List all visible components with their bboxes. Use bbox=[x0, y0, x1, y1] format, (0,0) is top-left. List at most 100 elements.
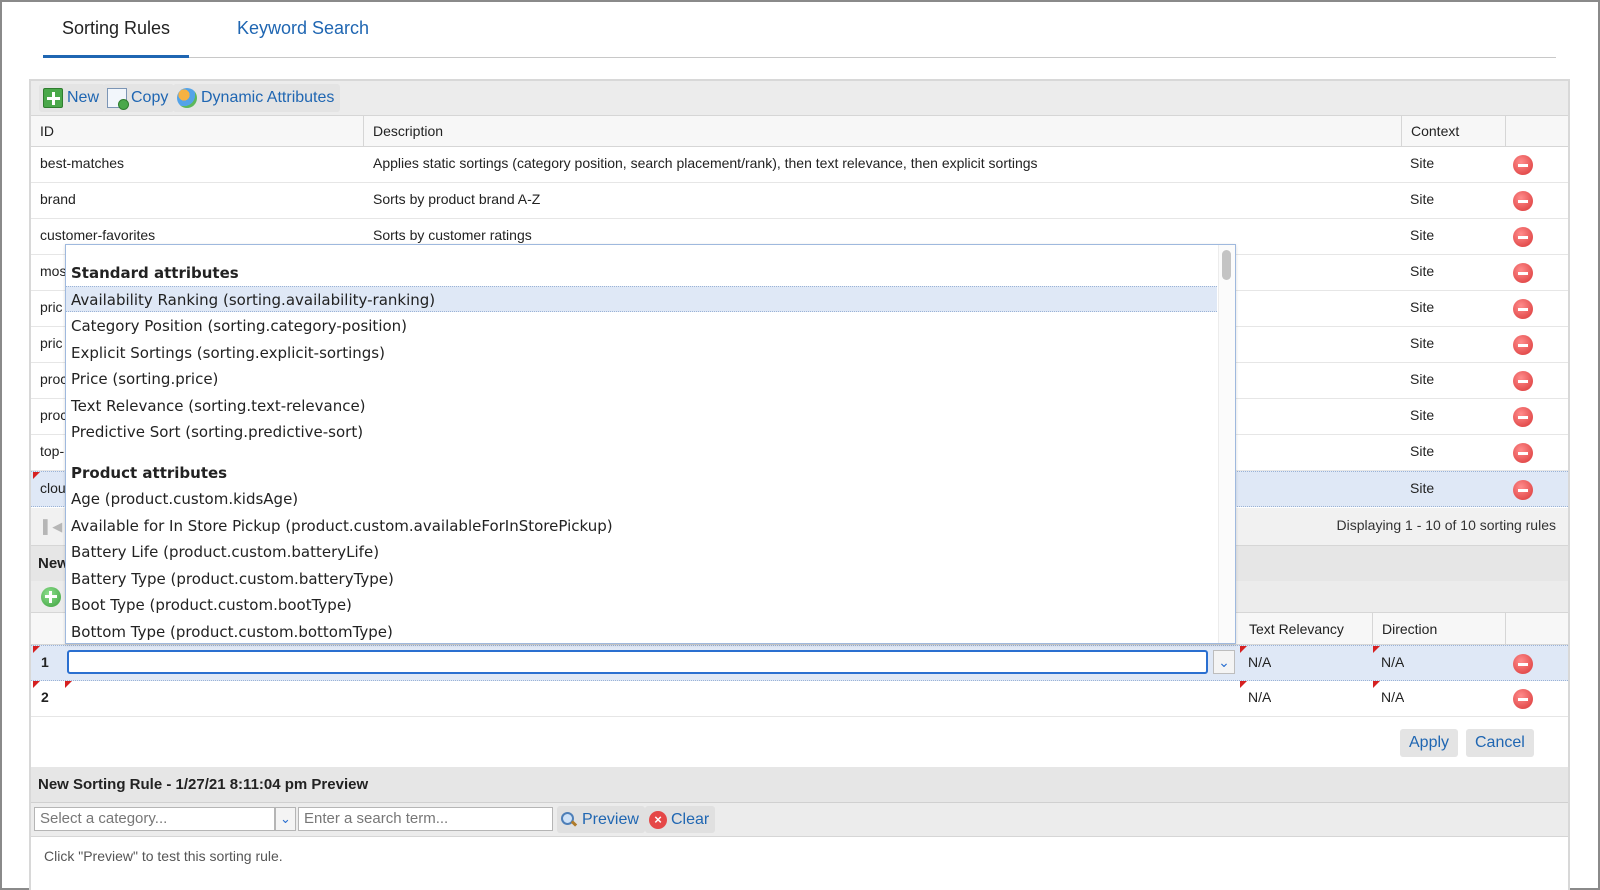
search-term-input[interactable]: Enter a search term... bbox=[298, 807, 553, 831]
row-context: Site bbox=[1410, 335, 1435, 351]
row-id: customer-favorites bbox=[40, 227, 156, 243]
pager-info: Displaying 1 - 10 of 10 sorting rules bbox=[1336, 517, 1556, 533]
dropdown-option[interactable]: Price (sorting.price) bbox=[66, 366, 1217, 392]
column-header-context[interactable]: Context bbox=[1402, 116, 1506, 147]
close-icon: × bbox=[649, 810, 667, 829]
dynamic-attributes-label: Dynamic Attributes bbox=[201, 89, 335, 106]
dropdown-option[interactable]: Text Relevance (sorting.text-relevance) bbox=[66, 393, 1217, 419]
rule-actions: Apply Cancel bbox=[31, 717, 1568, 769]
row-context: Site bbox=[1410, 155, 1435, 171]
direction-value[interactable]: N/A bbox=[1381, 689, 1404, 705]
dropdown-option[interactable]: Battery Type (product.custom.batteryType… bbox=[66, 566, 1217, 592]
preview-title: New Sorting Rule - 1/27/21 8:11:04 pm Pr… bbox=[38, 776, 369, 793]
rule-row[interactable]: 2 N/A N/A bbox=[31, 681, 1568, 717]
row-context: Site bbox=[1410, 227, 1435, 243]
tab-keyword-search[interactable]: Keyword Search bbox=[218, 18, 388, 39]
attribute-combo-input[interactable] bbox=[67, 650, 1208, 674]
row-id: mos bbox=[40, 263, 67, 279]
new-button[interactable]: New bbox=[39, 84, 106, 112]
delete-icon[interactable] bbox=[1513, 654, 1533, 674]
modified-flag bbox=[1240, 681, 1247, 688]
row-description: Applies static sortings (category positi… bbox=[373, 155, 1038, 171]
rules-grid-header: ID Description Context bbox=[31, 116, 1568, 147]
category-select[interactable]: Select a category... bbox=[34, 807, 275, 831]
scrollbar-thumb[interactable] bbox=[1222, 250, 1231, 280]
preview-hint: Click "Preview" to test this sorting rul… bbox=[44, 848, 283, 864]
new-button-label: New bbox=[67, 89, 100, 106]
apply-button[interactable]: Apply bbox=[1400, 729, 1459, 757]
chevron-down-icon[interactable]: ⌄ bbox=[1213, 650, 1235, 674]
row-id: top- bbox=[40, 443, 65, 459]
row-context: Site bbox=[1410, 263, 1435, 279]
row-context: Site bbox=[1410, 299, 1435, 315]
rules-toolbar: New Copy Dynamic Attributes bbox=[31, 81, 1568, 116]
direction-value[interactable]: N/A bbox=[1381, 654, 1404, 670]
modified-flag bbox=[1373, 646, 1380, 653]
dropdown-scrollbar[interactable] bbox=[1218, 245, 1235, 643]
tab-sorting-rules[interactable]: Sorting Rules bbox=[43, 18, 190, 58]
delete-icon[interactable] bbox=[1513, 335, 1533, 355]
row-context: Site bbox=[1410, 407, 1435, 423]
preview-header: New Sorting Rule - 1/27/21 8:11:04 pm Pr… bbox=[31, 767, 1568, 803]
chevron-down-icon[interactable]: ⌄ bbox=[275, 807, 296, 831]
dropdown-option[interactable]: Bottom Type (product.custom.bottomType) bbox=[66, 619, 1217, 643]
copy-button-label: Copy bbox=[131, 89, 169, 106]
row-id: clou bbox=[40, 480, 66, 496]
delete-icon[interactable] bbox=[1513, 480, 1533, 500]
clear-button[interactable]: × Clear bbox=[645, 806, 716, 833]
delete-icon[interactable] bbox=[1513, 689, 1533, 709]
dropdown-option[interactable]: Age (product.custom.kidsAge) bbox=[66, 486, 1217, 512]
copy-icon bbox=[107, 88, 129, 110]
column-header-id[interactable]: ID bbox=[31, 116, 364, 147]
dynamic-attributes-icon bbox=[177, 88, 197, 108]
column-header-description[interactable]: Description bbox=[364, 116, 1402, 147]
dropdown-option[interactable]: Battery Life (product.custom.batteryLife… bbox=[66, 539, 1217, 565]
dropdown-option[interactable]: Boot Type (product.custom.bootType) bbox=[66, 592, 1217, 618]
dropdown-option[interactable]: Availability Ranking (sorting.availabili… bbox=[66, 286, 1217, 312]
delete-icon[interactable] bbox=[1513, 227, 1533, 247]
delete-icon[interactable] bbox=[1513, 263, 1533, 283]
delete-icon[interactable] bbox=[1513, 443, 1533, 463]
dropdown-option[interactable]: Predictive Sort (sorting.predictive-sort… bbox=[66, 419, 1217, 445]
rule-row-number: 1 bbox=[41, 654, 49, 670]
preview-toolbar: Select a category... ⌄ Enter a search te… bbox=[31, 803, 1568, 837]
modified-flag bbox=[33, 681, 40, 688]
delete-icon[interactable] bbox=[1513, 407, 1533, 427]
modified-flag bbox=[33, 646, 40, 653]
copy-button[interactable]: Copy bbox=[103, 84, 175, 112]
clear-button-label: Clear bbox=[671, 811, 710, 828]
search-icon bbox=[561, 811, 577, 828]
delete-icon[interactable] bbox=[1513, 299, 1533, 319]
first-page-icon[interactable]: ▌◀ bbox=[43, 519, 62, 534]
add-attribute-icon[interactable] bbox=[41, 587, 61, 607]
row-description: Sorts by product brand A-Z bbox=[373, 191, 541, 207]
text-relevancy-value[interactable]: N/A bbox=[1248, 654, 1271, 670]
row-id: pric bbox=[40, 335, 63, 351]
dropdown-option[interactable]: Available for In Store Pickup (product.c… bbox=[66, 513, 1217, 539]
preview-button[interactable]: Preview bbox=[557, 806, 645, 833]
dropdown-option[interactable]: Explicit Sortings (sorting.explicit-sort… bbox=[66, 340, 1217, 366]
dynamic-attributes-button[interactable]: Dynamic Attributes bbox=[173, 84, 341, 112]
table-row[interactable]: best-matches Applies static sortings (ca… bbox=[31, 147, 1568, 183]
column-header-direction[interactable]: Direction bbox=[1373, 613, 1506, 645]
modified-flag bbox=[1373, 681, 1380, 688]
row-context: Site bbox=[1410, 371, 1435, 387]
table-row[interactable]: brand Sorts by product brand A-Z Site bbox=[31, 183, 1568, 219]
text-relevancy-value[interactable]: N/A bbox=[1248, 689, 1271, 705]
column-header-text-relevancy[interactable]: Text Relevancy bbox=[1240, 613, 1373, 645]
delete-icon[interactable] bbox=[1513, 191, 1533, 211]
cancel-button[interactable]: Cancel bbox=[1466, 729, 1534, 757]
rule-row[interactable]: 1 ⌄ N/A N/A bbox=[31, 645, 1568, 681]
row-description: Sorts by customer ratings bbox=[373, 227, 532, 243]
modified-flag bbox=[65, 681, 72, 688]
delete-icon[interactable] bbox=[1513, 155, 1533, 175]
delete-icon[interactable] bbox=[1513, 371, 1533, 391]
dropdown-option[interactable]: Category Position (sorting.category-posi… bbox=[66, 313, 1217, 339]
attribute-dropdown-list[interactable]: Standard attributes Availability Ranking… bbox=[65, 244, 1236, 644]
row-id: brand bbox=[40, 191, 76, 207]
row-context: Site bbox=[1410, 443, 1435, 459]
row-id: proc bbox=[40, 371, 68, 387]
add-icon bbox=[43, 88, 63, 108]
row-context: Site bbox=[1410, 480, 1435, 496]
dropdown-group-standard: Standard attributes bbox=[71, 264, 239, 282]
